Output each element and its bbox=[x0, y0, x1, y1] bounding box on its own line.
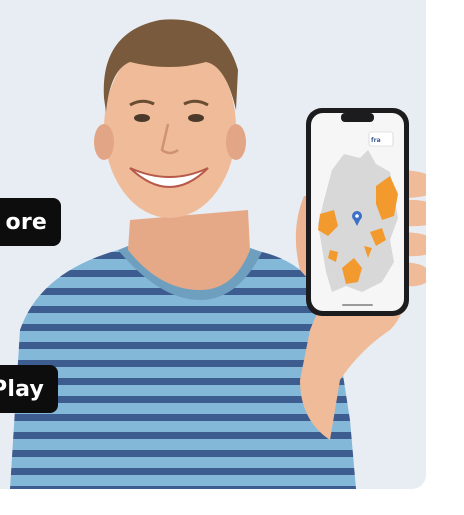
google-play-label: Play bbox=[0, 376, 44, 402]
hero-panel: ore Play fra bbox=[0, 0, 426, 489]
app-logo-text: fra bbox=[371, 137, 381, 144]
app-store-label: ore bbox=[5, 209, 47, 235]
google-play-button[interactable]: Play bbox=[0, 365, 58, 413]
app-store-button[interactable]: ore bbox=[0, 198, 61, 246]
app-logo-icon: fra bbox=[368, 131, 394, 147]
smartphone: fra bbox=[306, 108, 409, 316]
